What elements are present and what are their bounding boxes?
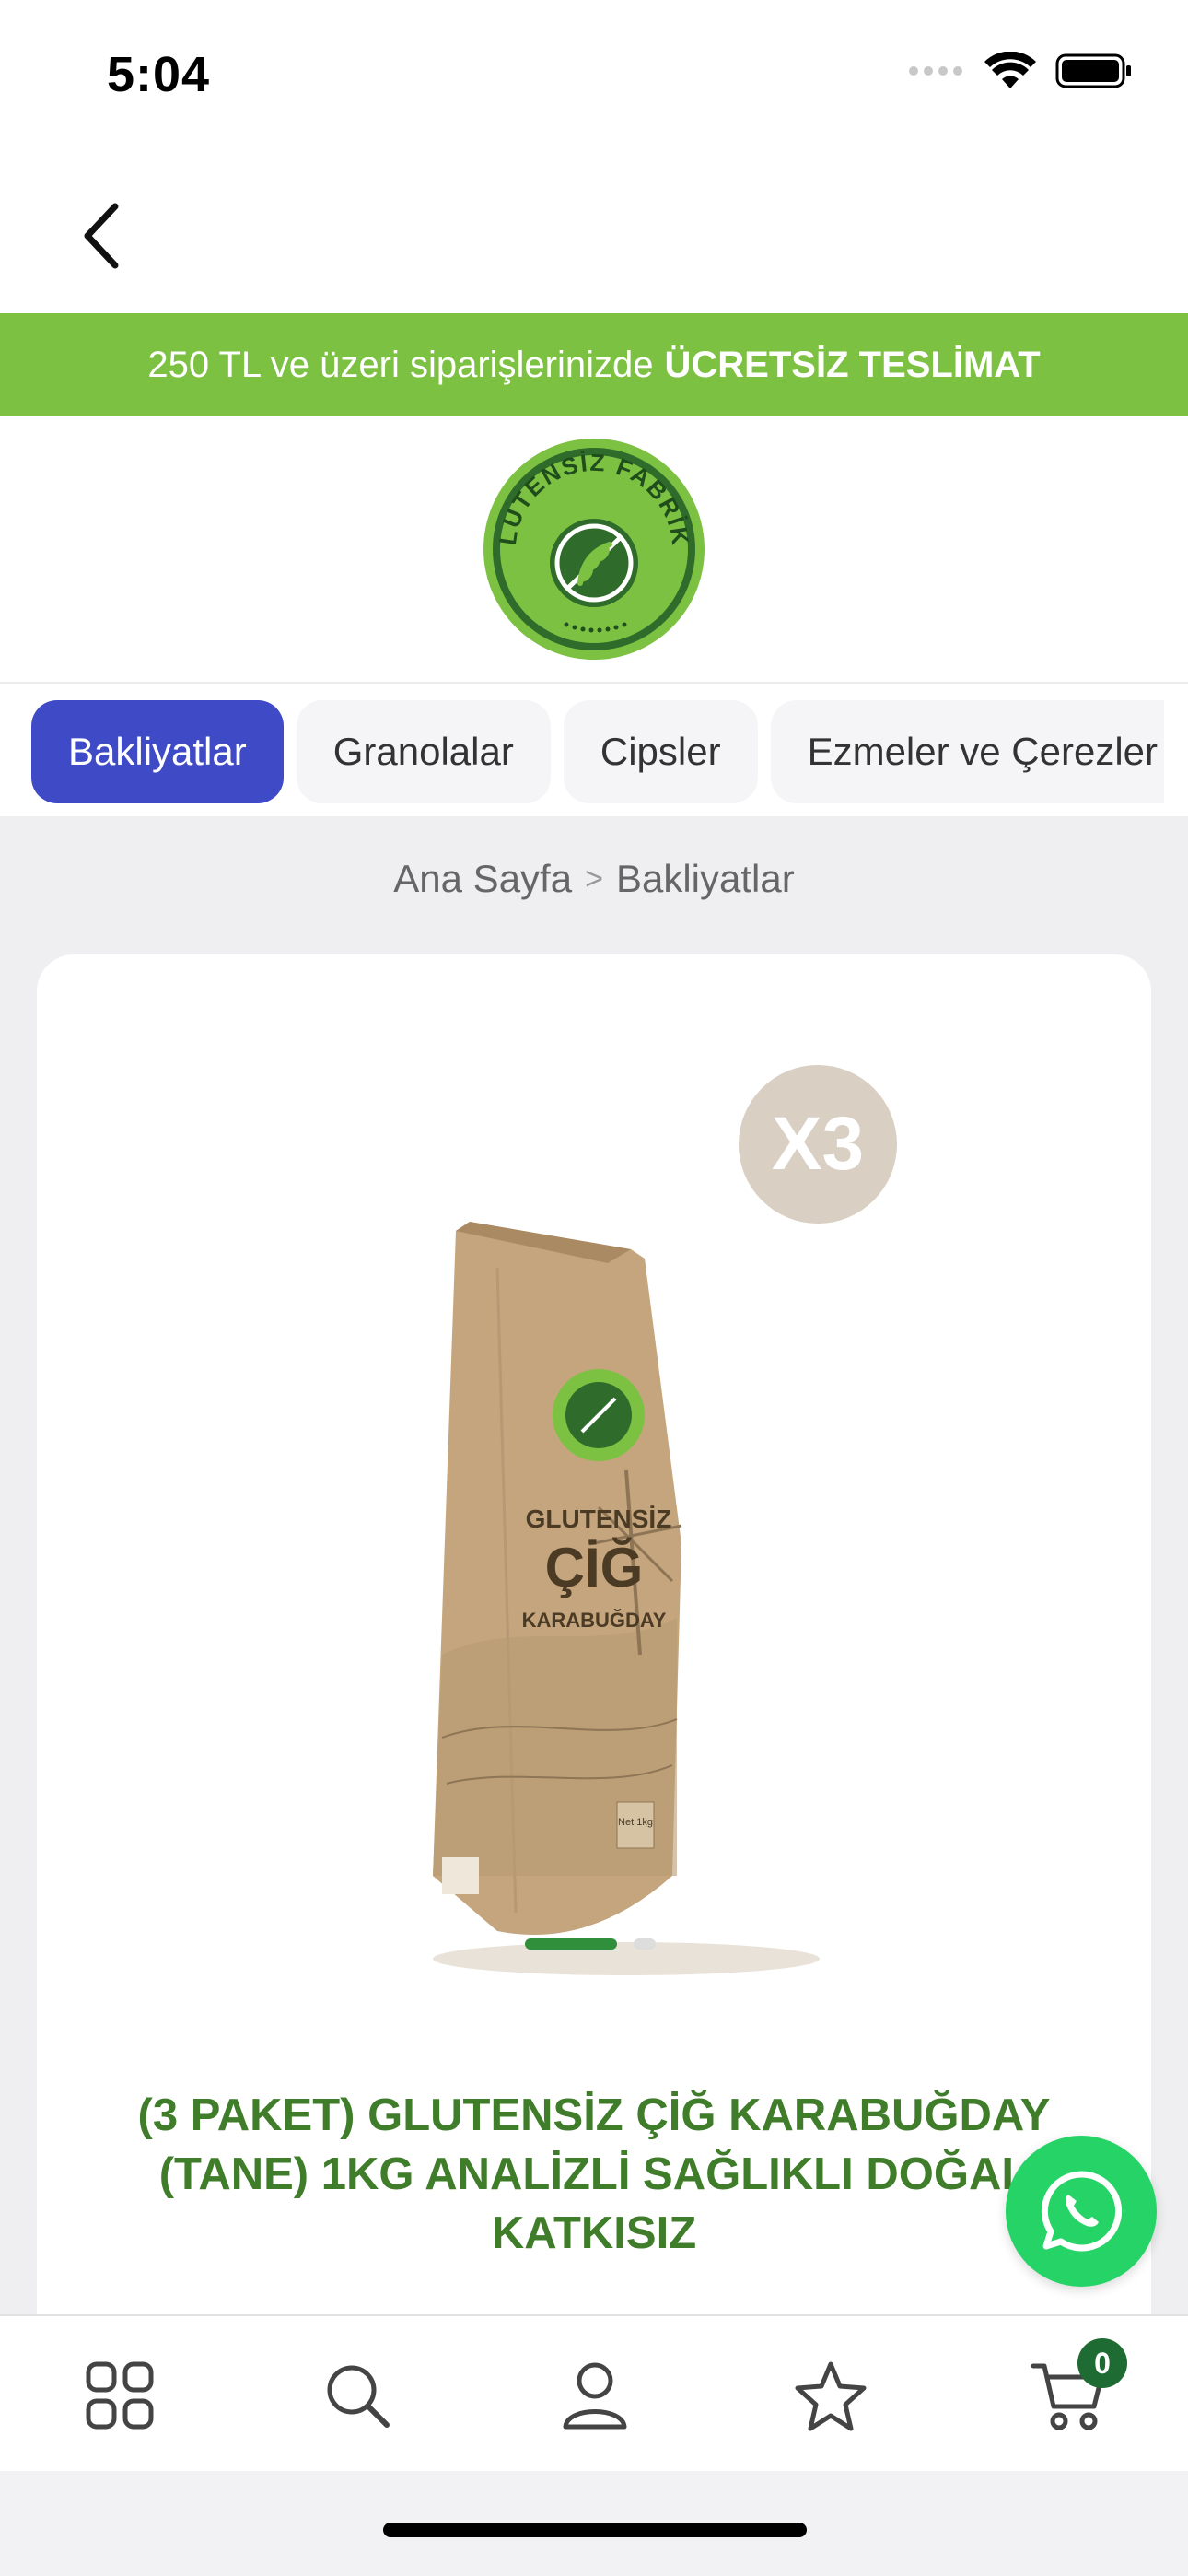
tab-cart[interactable]: 0: [1022, 2338, 1127, 2441]
breadcrumb-separator: >: [585, 861, 603, 896]
pager-dot-active[interactable]: [525, 1938, 617, 1950]
product-package-image: GLUTENSİZ ÇİĞ KARABUĞDAY Net 1kg: [433, 1222, 820, 1975]
whatsapp-button[interactable]: [1006, 2136, 1157, 2287]
product-image-carousel[interactable]: GLUTENSİZ ÇİĞ KARABUĞDAY Net 1kg X3: [37, 954, 1151, 2014]
grid-icon: [86, 2361, 154, 2430]
home-indicator-area: [0, 2471, 1188, 2576]
category-scroll[interactable]: Bakliyatlar Granolalar Cipsler Ezmeler v…: [31, 700, 1164, 803]
chevron-left-icon: [84, 203, 119, 269]
tab-account[interactable]: [549, 2349, 641, 2441]
user-icon: [563, 2362, 627, 2430]
home-indicator[interactable]: [383, 2523, 807, 2537]
pager-dot[interactable]: [634, 1938, 656, 1950]
image-pager[interactable]: [525, 1938, 656, 1950]
category-chip-bakliyatlar[interactable]: Bakliyatlar: [31, 700, 284, 803]
product-title: (3 PAKET) GLUTENSİZ ÇİĞ KARABUĞDAY (TANE…: [137, 2090, 1051, 2258]
cart-count-badge: 0: [1077, 2338, 1127, 2388]
promo-highlight: ÜCRETSİZ TESLİMAT: [664, 344, 1041, 385]
whatsapp-icon: [1041, 2171, 1123, 2252]
navbar: [0, 157, 1188, 313]
breadcrumb-home[interactable]: Ana Sayfa: [393, 857, 572, 901]
breadcrumb: Ana Sayfa > Bakliyatlar: [0, 857, 1188, 901]
promo-text: 250 TL ve üzeri siparişlerinizde: [147, 344, 654, 385]
tab-categories[interactable]: [74, 2349, 166, 2441]
category-chip-granolalar[interactable]: Granolalar: [296, 700, 551, 803]
tab-favorites[interactable]: [785, 2349, 877, 2441]
package-line1: GLUTENSİZ: [526, 1505, 672, 1533]
battery-icon: [1055, 53, 1131, 88]
package-line2: ÇİĞ: [545, 1537, 644, 1598]
breadcrumb-current[interactable]: Bakliyatlar: [616, 857, 795, 901]
star-icon: [795, 2361, 867, 2431]
status-time: 5:04: [107, 47, 211, 102]
status-icons: [908, 52, 1133, 90]
category-chip-ezmeler[interactable]: Ezmeler ve Çerezler: [770, 700, 1164, 803]
category-chip-cipsler[interactable]: Cipsler: [563, 700, 758, 803]
quantity-badge: X3: [739, 1065, 897, 1224]
back-button[interactable]: [55, 190, 147, 282]
tab-search[interactable]: [311, 2349, 403, 2441]
bottom-tab-bar: 0: [0, 2314, 1188, 2471]
signal-icon: [909, 66, 962, 76]
category-bar: Bakliyatlar Granolalar Cipsler Ezmeler v…: [0, 682, 1188, 816]
search-icon: [327, 2365, 390, 2428]
free-delivery-banner: 250 TL ve üzeri siparişlerinizde ÜCRETSİ…: [0, 313, 1188, 416]
brand-logo[interactable]: GLUTENSİZ FABRİKA: [481, 436, 707, 662]
wifi-icon: [984, 52, 1036, 88]
logo-area: GLUTENSİZ FABRİKA: [0, 416, 1188, 682]
status-bar: 5:04: [0, 0, 1188, 157]
package-weight: Net 1kg: [618, 1817, 653, 1828]
package-line3: KARABUĞDAY: [522, 1609, 667, 1632]
